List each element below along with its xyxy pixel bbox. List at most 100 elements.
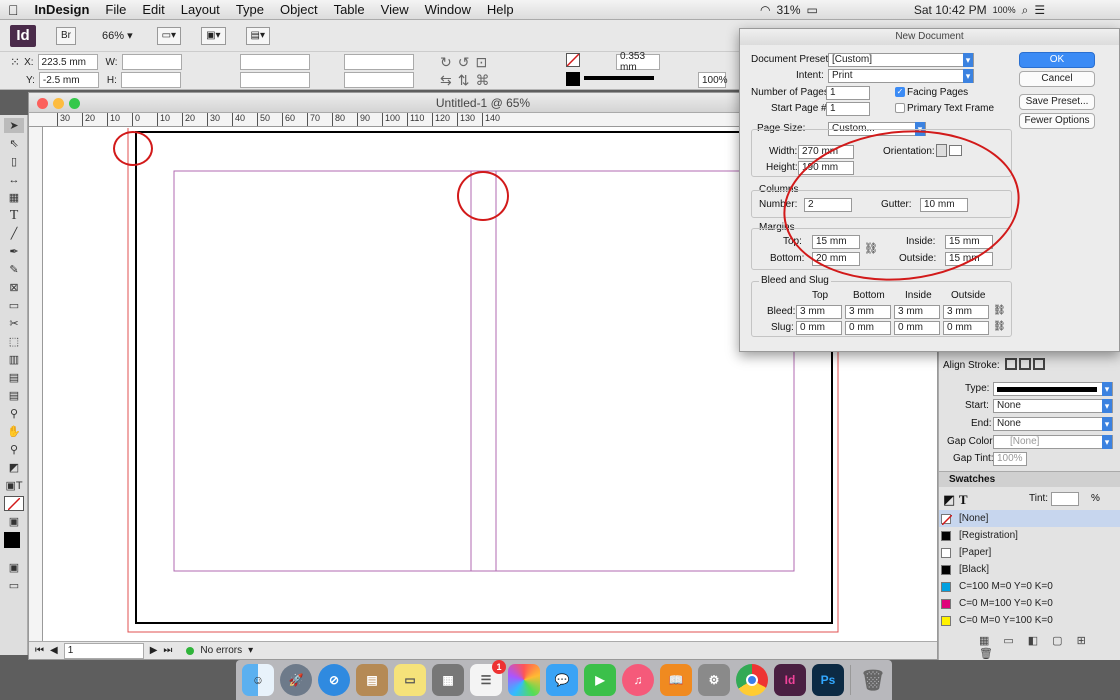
close-window-icon[interactable] (37, 98, 48, 109)
tint-field[interactable] (1051, 492, 1079, 506)
start-page-field[interactable]: 1 (826, 102, 870, 116)
end-select[interactable]: None (993, 417, 1113, 431)
battery-label[interactable]: 31% (776, 3, 800, 17)
swatch-row[interactable]: [Paper] (939, 544, 1120, 561)
swatch-row[interactable]: [None] (939, 510, 1120, 527)
arrange-icon[interactable]: ▤▾ (245, 26, 271, 45)
trash-icon[interactable]: 🗑 (857, 664, 889, 696)
gap-tint-field[interactable]: 100% (993, 452, 1027, 466)
x-field[interactable]: 223.5 mm (37, 54, 98, 70)
fill-stroke-icon[interactable]: ◩ (4, 460, 24, 475)
prev-page-icon[interactable]: ◀ (50, 645, 58, 656)
search-icon[interactable]: ⌕ (1022, 3, 1029, 18)
stroke-none-swatch[interactable] (566, 53, 580, 67)
y-field[interactable]: -2.5 mm (38, 72, 99, 88)
menu-window[interactable]: Window (417, 2, 479, 17)
slug-link-icon[interactable]: ⛓ (993, 321, 1006, 332)
gradient-feather-tool-icon[interactable]: ▤ (4, 370, 24, 385)
swatch-row[interactable]: C=100 M=0 Y=0 K=0 (939, 578, 1120, 595)
reminders-icon[interactable]: ☰ 1 (470, 660, 506, 696)
photoshop-icon[interactable]: Ps (812, 664, 844, 696)
menu-app[interactable]: InDesign (27, 2, 98, 17)
battery-icon[interactable]: ▭ (807, 3, 818, 17)
apply-none-icon[interactable] (4, 496, 24, 511)
h-field[interactable] (120, 72, 181, 88)
rotate-icons[interactable]: ↻↺⊡ (440, 54, 493, 71)
ok-button[interactable]: OK (1019, 52, 1095, 68)
last-page-icon[interactable]: ⏭ (163, 645, 172, 656)
ibooks-icon[interactable]: 📖 (660, 664, 692, 696)
shear-field[interactable] (344, 72, 414, 88)
swatches-tab[interactable]: Swatches (949, 474, 995, 485)
first-page-icon[interactable]: ⏮ (35, 645, 44, 656)
intent-select[interactable]: Print (828, 69, 974, 83)
swatch-row[interactable]: [Black] (939, 561, 1120, 578)
page-tool-icon[interactable]: ▯ (4, 154, 24, 169)
align-inside-icon[interactable] (1019, 358, 1031, 370)
align-center-icon[interactable] (1005, 358, 1017, 370)
stroke-weight-field[interactable]: 0.353 mm (616, 51, 660, 73)
menu-object[interactable]: Object (272, 2, 326, 17)
screen-mode-icon[interactable]: ▣▾ (201, 26, 226, 45)
swatch-panel-buttons[interactable]: ▦▭◧▢⊞🗑 (979, 634, 1120, 660)
screen-mode-icon[interactable]: ▣ (4, 560, 24, 575)
bleed-top-field[interactable]: 3 mm (796, 305, 842, 319)
slug-top-field[interactable]: 0 mm (796, 321, 842, 335)
bleed-outside-field[interactable]: 3 mm (943, 305, 989, 319)
menu-file[interactable]: File (97, 2, 134, 17)
stroke-type-select[interactable] (993, 382, 1113, 396)
black-swatch-icon[interactable] (4, 532, 20, 548)
content-collector-icon[interactable]: ▦ (4, 190, 24, 205)
hand-tool-icon[interactable]: ✋ (4, 424, 24, 439)
rotate-field[interactable] (344, 54, 414, 70)
scissors-tool-icon[interactable]: ✂ (4, 316, 24, 331)
pen-tool-icon[interactable]: ✒ (4, 244, 24, 259)
facetime-icon[interactable]: ▶ (584, 664, 616, 696)
apple-icon[interactable]:  (0, 2, 27, 18)
gradient-swatch-tool-icon[interactable]: ▥ (4, 352, 24, 367)
bridge-button[interactable]: Br (56, 26, 76, 45)
swatch-row[interactable]: C=0 M=100 Y=0 K=0 (939, 595, 1120, 612)
rectangle-tool-icon[interactable]: ▭ (4, 298, 24, 313)
safari-icon[interactable]: ⊘ (318, 664, 350, 696)
selection-tool-icon[interactable]: ➤ (4, 118, 24, 133)
save-preset-button[interactable]: Save Preset... (1019, 94, 1095, 110)
eyedropper-tool-icon[interactable]: ⚲ (4, 406, 24, 421)
notes-book-icon[interactable]: ▤ (356, 664, 388, 696)
note-tool-icon[interactable]: ▤ (4, 388, 24, 403)
stroke-type-line[interactable] (584, 76, 654, 80)
gap-color-select[interactable]: [None] (993, 435, 1113, 449)
bleed-link-icon[interactable]: ⛓ (993, 305, 1006, 316)
indesign-icon[interactable]: Id (774, 664, 806, 696)
facing-pages-checkbox[interactable]: ✓ (895, 87, 905, 97)
scale-y-field[interactable] (240, 72, 310, 88)
zoom-tool-icon[interactable]: ⚲ (4, 442, 24, 457)
align-stroke-buttons[interactable] (1005, 358, 1045, 370)
minimize-window-icon[interactable] (53, 98, 64, 109)
pages-field[interactable]: 1 (826, 86, 870, 100)
clock[interactable]: Sat 10:42 PM (914, 3, 987, 17)
menu-type[interactable]: Type (228, 2, 272, 17)
menu-view[interactable]: View (373, 2, 417, 17)
fill-swatch[interactable] (566, 72, 580, 86)
scale-x-field[interactable] (240, 54, 310, 70)
slug-bottom-field[interactable]: 0 mm (845, 321, 891, 335)
preflight-menu-icon[interactable]: ▾ (248, 645, 253, 656)
line-tool-icon[interactable]: ╱ (4, 226, 24, 241)
w-field[interactable] (121, 54, 182, 70)
system-preferences-icon[interactable]: ⚙ (698, 664, 730, 696)
finder-icon[interactable]: ☺ (242, 664, 274, 696)
fewer-options-button[interactable]: Fewer Options (1019, 113, 1095, 129)
wifi-icon[interactable]: ◠ (760, 3, 770, 17)
gap-tool-icon[interactable]: ↔ (4, 172, 24, 187)
menu-help[interactable]: Help (479, 2, 522, 17)
photos-icon[interactable] (508, 664, 540, 696)
chrome-icon[interactable] (736, 664, 768, 696)
swatch-row[interactable]: C=0 M=0 Y=100 K=0 (939, 612, 1120, 629)
preset-select[interactable]: [Custom] (828, 53, 974, 67)
rectangle-frame-tool-icon[interactable]: ⊠ (4, 280, 24, 295)
fill-stroke-swatch-icon[interactable]: ◩ T (943, 492, 968, 508)
free-transform-tool-icon[interactable]: ⬚ (4, 334, 24, 349)
next-page-icon[interactable]: ▶ (150, 645, 158, 656)
formatting-container-icon[interactable]: ▣T (4, 478, 24, 493)
